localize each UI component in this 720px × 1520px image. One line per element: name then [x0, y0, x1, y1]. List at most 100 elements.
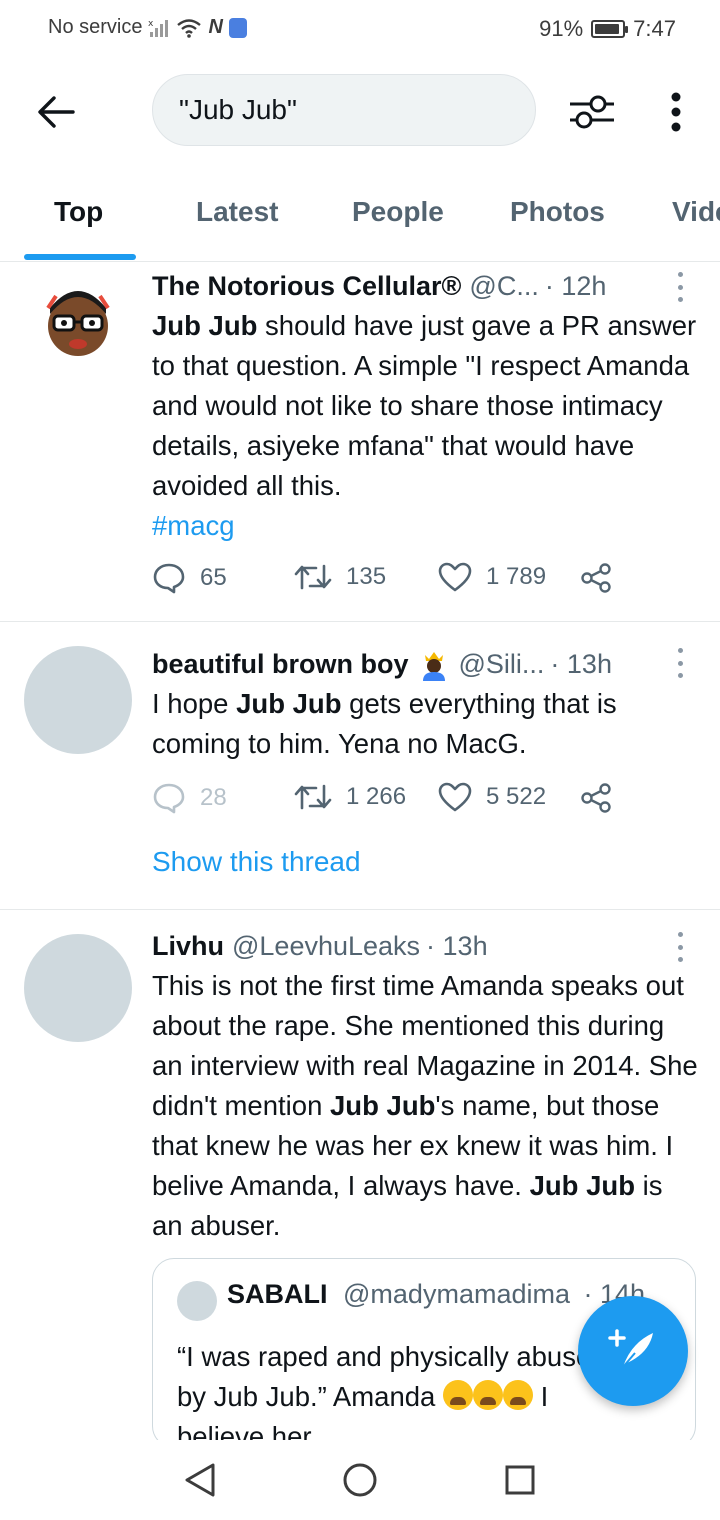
- tweet-text-bold: Jub Jub: [529, 1170, 635, 1201]
- tab-videos[interactable]: Vide: [672, 196, 720, 228]
- more-vertical-icon: [671, 92, 681, 132]
- tweet-header: The Notorious Cellular® @C... · 12h: [152, 266, 700, 306]
- tweet-text-bold: Jub Jub: [236, 688, 342, 719]
- search-tabs: Top Latest People Photos Vide: [0, 180, 720, 262]
- circle-home-icon: [343, 1463, 377, 1497]
- author-handle[interactable]: @LeevhuLeaks: [232, 931, 420, 962]
- feather-plus-icon: [608, 1329, 653, 1368]
- avatar[interactable]: [24, 934, 132, 1042]
- search-results-feed: The Notorious Cellular® @C... · 12h Jub …: [0, 262, 720, 1440]
- retweet-count: 135: [346, 563, 387, 590]
- nav-back-button[interactable]: [180, 1460, 220, 1500]
- system-navigation-bar: [0, 1440, 720, 1520]
- reply-bubble-icon: [153, 783, 185, 814]
- nav-recents-button[interactable]: [500, 1460, 540, 1500]
- search-query: "Jub Jub": [179, 94, 297, 125]
- status-bar: No service x N 91% 7:47: [0, 0, 720, 56]
- tab-photos[interactable]: Photos: [510, 196, 605, 228]
- quote-avatar: [177, 1281, 217, 1321]
- battery-percent: 91%: [539, 16, 584, 41]
- reply-button[interactable]: 65: [152, 562, 227, 594]
- square-recents-icon: [505, 1465, 535, 1495]
- like-button[interactable]: 5 522: [438, 782, 546, 812]
- nav-home-button[interactable]: [340, 1460, 380, 1500]
- tweet-content: beautiful brown boy @Sili... · 13h I hop…: [152, 644, 700, 764]
- search-header: "Jub Jub": [0, 70, 720, 150]
- nfc-icon: N: [208, 16, 223, 38]
- active-tab-indicator: [24, 254, 136, 260]
- quote-header: SABALI @madymamadima · 14h: [227, 1279, 645, 1310]
- more-options-button[interactable]: [652, 86, 700, 138]
- wifi-icon: [177, 18, 202, 38]
- no-signal-icon: x: [148, 19, 169, 37]
- share-icon: [581, 783, 611, 813]
- tweet-text: I hope Jub Jub gets everything that is c…: [152, 684, 700, 764]
- back-arrow-icon: [38, 96, 75, 128]
- heart-icon: [438, 562, 472, 592]
- tweet-menu-button[interactable]: [670, 272, 690, 302]
- author-handle[interactable]: @C...: [469, 271, 538, 302]
- reply-button[interactable]: 28: [152, 782, 227, 814]
- quote-line: believe her: [177, 1421, 312, 1440]
- tweet-time: · 12h: [544, 270, 607, 301]
- tweet-header: Livhu @LeevhuLeaks · 13h: [152, 926, 700, 966]
- reply-count: 28: [200, 784, 227, 811]
- filter-button[interactable]: [566, 86, 618, 138]
- like-button[interactable]: 1 789: [438, 562, 546, 592]
- tweet-header: beautiful brown boy @Sili... · 13h: [152, 644, 700, 684]
- tweet-time: · 13h: [426, 930, 488, 961]
- author-handle[interactable]: @Sili...: [459, 649, 545, 680]
- show-thread-link[interactable]: Show this thread: [152, 846, 361, 878]
- triangle-back-icon: [185, 1463, 215, 1497]
- crying-face-emoji-icon: [503, 1380, 533, 1410]
- tweet-menu-button[interactable]: [670, 648, 690, 678]
- tweet-text: Jub Jub should have just gave a PR answe…: [152, 306, 700, 506]
- tweet-actions: 28 1 266 5 522: [152, 782, 700, 822]
- quote-author-handle: @madymamadima: [343, 1279, 570, 1309]
- tweet-time: · 13h: [550, 648, 612, 679]
- carrier-label: No service: [48, 16, 143, 38]
- reply-count: 65: [200, 564, 227, 591]
- tweet-menu-button[interactable]: [670, 932, 690, 962]
- tweet-text-part: I hope: [152, 688, 237, 719]
- tweet-actions: 65 135 1 789: [152, 562, 700, 602]
- filter-sliders-icon: [570, 95, 614, 129]
- quote-author-name: SABALI: [227, 1279, 328, 1309]
- tab-people[interactable]: People: [352, 196, 444, 228]
- svg-text:x: x: [148, 19, 154, 29]
- tab-latest[interactable]: Latest: [196, 196, 278, 228]
- author-name[interactable]: The Notorious Cellular®: [152, 271, 461, 302]
- retweet-button[interactable]: 1 266: [294, 782, 406, 812]
- author-name[interactable]: beautiful brown boy: [152, 649, 409, 680]
- avatar[interactable]: [24, 274, 132, 382]
- status-right: 91% 7:47: [539, 16, 676, 42]
- tweet-content: Livhu @LeevhuLeaks · 13h This is not the…: [152, 926, 700, 1246]
- share-button[interactable]: [580, 782, 612, 814]
- tweet[interactable]: beautiful brown boy @Sili... · 13h I hop…: [0, 622, 720, 910]
- tab-top[interactable]: Top: [54, 196, 103, 228]
- crying-face-emoji-icon: [443, 1380, 473, 1410]
- cartoon-avatar-icon: [46, 291, 110, 356]
- retweet-icon: [294, 784, 332, 810]
- tweet-text-bold: Jub Jub: [152, 310, 258, 341]
- status-left: No service x N: [48, 16, 247, 39]
- share-icon: [581, 563, 611, 593]
- avatar[interactable]: [24, 646, 132, 754]
- like-count: 1 789: [486, 563, 547, 590]
- like-count: 5 522: [486, 783, 547, 810]
- quote-text-part: by Jub Jub.” Amanda: [177, 1381, 436, 1412]
- retweet-button[interactable]: 135: [294, 562, 386, 592]
- quote-text-part: I: [540, 1381, 549, 1412]
- tweet[interactable]: The Notorious Cellular® @C... · 12h Jub …: [0, 262, 720, 622]
- author-name[interactable]: Livhu: [152, 931, 224, 962]
- share-button[interactable]: [580, 562, 612, 594]
- hashtag-link[interactable]: #macg: [152, 506, 700, 546]
- battery-fill: [595, 24, 619, 34]
- back-button[interactable]: [30, 86, 82, 138]
- tweet-text: This is not the first time Amanda speaks…: [152, 966, 700, 1246]
- compose-tweet-button[interactable]: [578, 1296, 688, 1406]
- tweet-content: The Notorious Cellular® @C... · 12h Jub …: [152, 266, 700, 546]
- search-input[interactable]: "Jub Jub": [152, 74, 536, 146]
- heart-icon: [438, 782, 472, 812]
- shield-icon: [228, 17, 247, 38]
